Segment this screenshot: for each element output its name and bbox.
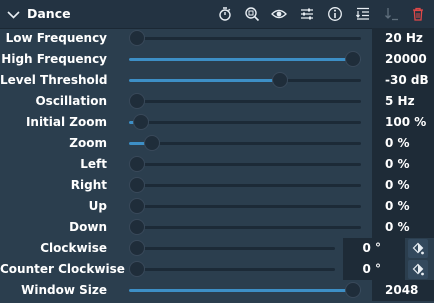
param-label: Zoom [69,136,107,150]
slider-handle[interactable] [129,30,145,46]
param-slider[interactable] [129,51,361,67]
param-slider[interactable] [129,282,361,298]
param-row-down: Down 0 % [0,217,434,238]
delete-icon[interactable] [410,6,426,22]
param-label: Oscillation [35,94,107,108]
effect-header: Dance [0,0,434,29]
param-row-right: Right 0 % [0,175,434,196]
param-label: High Frequency [1,52,107,66]
param-row-left: Left 0 % [0,154,434,175]
param-slider[interactable] [129,93,361,109]
keyframe-icon [412,263,424,276]
param-label: Low Frequency [5,31,107,45]
param-value-field[interactable]: 2048 [372,280,434,301]
keyframe-animate-button[interactable] [408,260,428,279]
param-slider[interactable] [129,198,361,214]
slider-handle[interactable] [144,135,160,151]
param-label: Right [70,178,107,192]
param-value-field[interactable]: 0 % [372,196,434,217]
param-slider[interactable] [129,114,361,130]
param-value-field[interactable]: 0 % [372,154,434,175]
slider-handle[interactable] [129,240,145,256]
param-value-field[interactable]: 0 ° [343,238,405,259]
param-value-field[interactable]: 0 % [372,217,434,238]
slider-handle[interactable] [133,114,149,130]
param-value-field[interactable]: 0 % [372,133,434,154]
adjust-icon[interactable] [299,6,315,22]
param-row-initial-zoom: Initial Zoom 100 % [0,112,434,133]
stopwatch-icon[interactable] [217,6,233,22]
chevron-down-icon[interactable] [7,8,20,21]
keyframe-animate-button[interactable] [408,239,428,258]
param-label: Left [80,157,107,171]
slider-fill [129,58,361,61]
slider-handle[interactable] [129,198,145,214]
param-value-field[interactable]: 20000 Hz [372,49,434,87]
param-value-field[interactable]: 20 Hz [372,28,434,49]
param-slider[interactable] [129,261,335,277]
slider-handle[interactable] [272,72,288,88]
param-label: Clockwise [40,241,107,255]
effect-title: Dance [27,6,71,21]
slider-fill [129,79,280,82]
param-label: Down [69,220,107,234]
keyframe-icon [412,242,424,255]
param-row-low-frequency: Low Frequency 20 Hz [0,28,434,49]
param-value-field[interactable]: 0 ° [343,259,405,280]
param-slider[interactable] [129,219,361,235]
slider-handle[interactable] [345,282,361,298]
param-row-window-size: Window Size 2048 [0,280,434,301]
slider-handle[interactable] [129,219,145,235]
param-row-level-threshold: Level Threshold -30 dB [0,70,434,91]
param-row-high-frequency: High Frequency 20000 Hz [0,49,434,87]
param-value-field[interactable]: 0 % [372,175,434,196]
param-value-field[interactable]: 100 % [372,112,434,133]
slider-handle[interactable] [129,156,145,172]
param-label: Counter Clockwise [0,262,125,276]
slider-handle[interactable] [129,261,145,277]
param-row-counter-clockwise: Counter Clockwise 0 ° [0,259,434,280]
param-slider[interactable] [129,177,361,193]
zoom-fit-icon[interactable] [244,6,260,22]
param-value-field[interactable]: -30 dB [372,70,434,91]
param-slider[interactable] [129,240,335,256]
param-label: Initial Zoom [25,115,107,129]
param-row-oscillation: Oscillation 5 Hz [0,91,434,112]
param-row-zoom: Zoom 0 % [0,133,434,154]
param-slider[interactable] [129,156,361,172]
collapse-all-icon[interactable] [355,6,371,22]
info-icon[interactable] [327,6,343,22]
param-slider[interactable] [129,30,361,46]
slider-handle[interactable] [129,177,145,193]
param-slider[interactable] [129,135,361,151]
move-down-icon[interactable] [383,6,399,22]
slider-fill [129,289,361,292]
slider-handle[interactable] [129,93,145,109]
param-row-up: Up 0 % [0,196,434,217]
param-value-field[interactable]: 5 Hz [372,91,434,112]
slider-handle[interactable] [345,51,361,67]
param-label: Up [88,199,107,213]
param-label: Level Threshold [0,73,108,87]
eye-icon[interactable] [271,6,287,22]
param-slider[interactable] [129,72,361,88]
param-row-clockwise: Clockwise 0 ° [0,238,434,259]
param-label: Window Size [21,283,107,297]
